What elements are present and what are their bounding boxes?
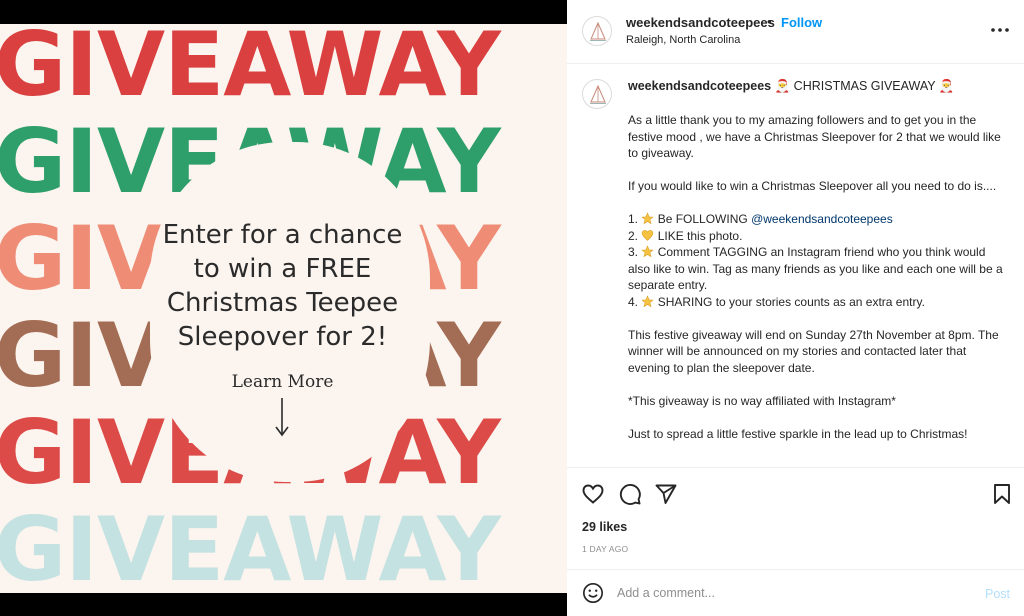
teepee-logo-icon: [590, 84, 606, 104]
step-number: 4.: [628, 294, 639, 309]
promo-line: Sleepover for 2!: [177, 322, 388, 352]
caption-paragraph: This festive giveaway will end on Sunday…: [628, 327, 999, 375]
send-icon[interactable]: [654, 482, 678, 506]
caption-paragraph: As a little thank you to my amazing foll…: [628, 113, 1001, 160]
star-emoji-icon: [641, 245, 654, 258]
comment-input[interactable]: [617, 583, 957, 603]
promo-line: Christmas Teepee: [166, 288, 399, 318]
header-username[interactable]: weekendsandcoteepees: [626, 15, 775, 30]
post-media[interactable]: GIVEAWAY GIVEAWAY GIVEAWAY GIVEAWAY GIVE…: [0, 0, 567, 616]
caption-area: weekendsandcoteepees 🎅 CHRISTMAS GIVEAWA…: [567, 64, 1024, 467]
step-number: 1.: [628, 212, 639, 226]
bookmark-icon[interactable]: [990, 482, 1014, 506]
caption-step: 3. Comment TAGGING an Instagram friend w…: [628, 244, 1003, 294]
giveaway-image[interactable]: GIVEAWAY GIVEAWAY GIVEAWAY GIVEAWAY GIVE…: [0, 24, 567, 593]
caption-paragraph: Just to spread a little festive sparkle …: [628, 426, 968, 441]
avatar[interactable]: [582, 79, 612, 109]
smiley-icon[interactable]: [582, 582, 604, 604]
santa-emoji: 🎅: [938, 79, 955, 93]
timestamp[interactable]: 1 DAY AGO: [582, 544, 628, 554]
caption-body: As a little thank you to my amazing foll…: [628, 112, 1003, 442]
yellow-heart-emoji-icon: [642, 229, 654, 241]
step-text: SHARING to your stories counts as an ext…: [657, 294, 925, 309]
comment-bar: Post: [567, 569, 1024, 616]
star-emoji-icon: [641, 212, 654, 225]
caption-paragraph: If you would like to win a Christmas Sle…: [628, 179, 997, 193]
follow-button[interactable]: Follow: [781, 15, 822, 30]
caption-step: 1. Be FOLLOWING @weekendsandcoteepees: [628, 211, 1003, 228]
avatar[interactable]: [582, 16, 612, 46]
location-link[interactable]: Raleigh, North Carolina: [626, 34, 740, 46]
post-button[interactable]: Post: [985, 587, 1010, 601]
promo-line: Enter for a chance: [162, 220, 403, 250]
teepee-logo-icon: [590, 21, 606, 41]
step-text: Be FOLLOWING: [657, 212, 748, 226]
post-header: weekendsandcoteepees • Follow Raleigh, N…: [567, 0, 1024, 64]
step-text: LIKE this photo.: [657, 228, 743, 243]
header-separator: •: [767, 14, 772, 29]
step-text: Comment TAGGING an Instagram friend who …: [628, 245, 1003, 292]
caption-title-line: weekendsandcoteepees 🎅 CHRISTMAS GIVEAWA…: [628, 79, 954, 94]
santa-emoji: 🎅: [774, 79, 791, 93]
likes-count[interactable]: 29 likes: [582, 520, 627, 534]
down-arrow-icon: [275, 398, 289, 437]
promo-line: to win a FREE: [193, 254, 372, 284]
action-bar: 29 likes 1 DAY AGO: [567, 467, 1024, 569]
post-panel: weekendsandcoteepees • Follow Raleigh, N…: [567, 0, 1024, 616]
heart-icon[interactable]: [581, 482, 605, 506]
giveaway-row: GIVEAWAY: [0, 24, 501, 116]
step-number: 2.: [628, 228, 639, 243]
caption-step: 4. SHARING to your stories counts as an …: [628, 294, 1003, 311]
star-emoji-icon: [641, 294, 654, 307]
step-number: 3.: [628, 245, 639, 259]
more-horizontal-icon[interactable]: [990, 22, 1010, 38]
caption-paragraph: *This giveaway is no way affiliated with…: [628, 393, 896, 408]
mention-link[interactable]: @weekendsandcoteepees: [751, 212, 893, 226]
promo-text: Enter for a chance to win a FREE Christm…: [140, 218, 425, 354]
caption-username[interactable]: weekendsandcoteepees: [628, 79, 771, 93]
caption-step: 2. LIKE this photo.: [628, 228, 1003, 245]
caption-title: CHRISTMAS GIVEAWAY: [793, 79, 936, 93]
comment-icon[interactable]: [618, 482, 642, 506]
giveaway-row: GIVEAWAY: [0, 498, 501, 594]
learn-more-label: Learn More: [231, 372, 334, 392]
